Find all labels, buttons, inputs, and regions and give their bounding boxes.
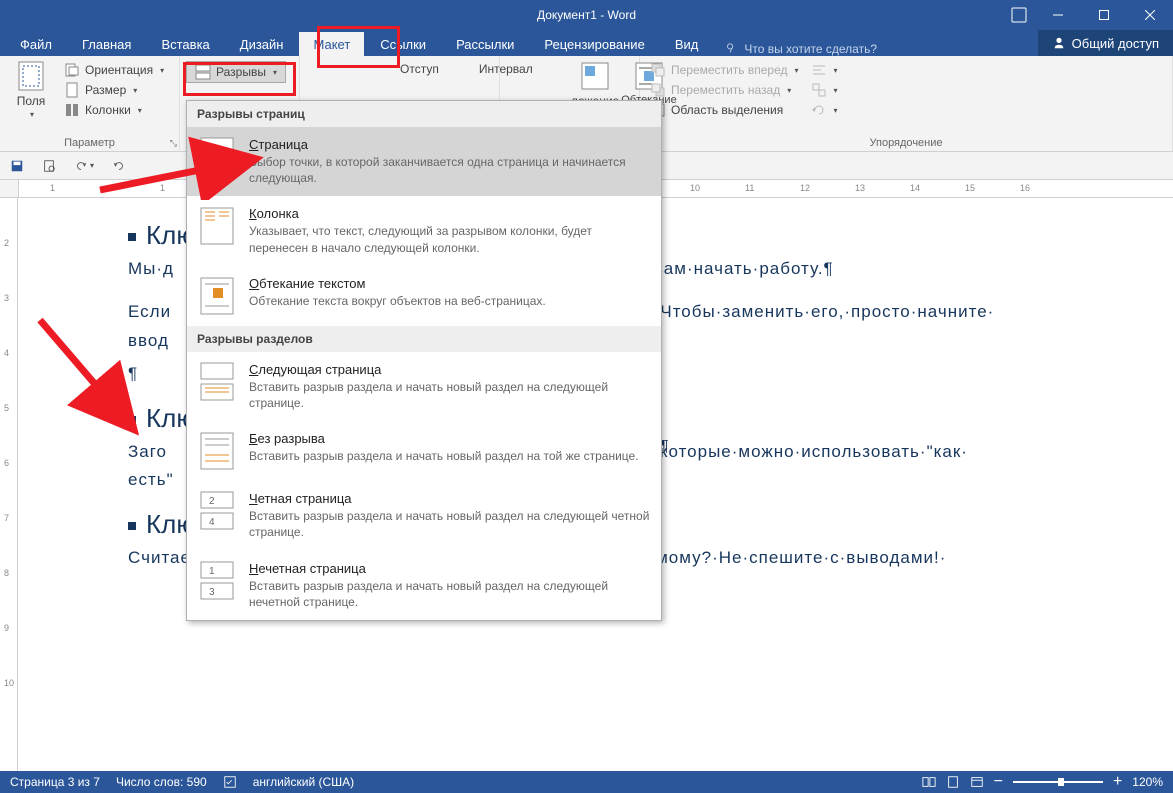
status-word-count[interactable]: Число слов: 590 (116, 775, 207, 789)
dropdown-section-section-breaks: Разрывы разделов (187, 326, 661, 352)
group-page-setup-label: Параметр (6, 137, 173, 151)
zoom-level[interactable]: 120% (1132, 775, 1163, 789)
break-page-item[interactable]: ССтраницатраницаВыбор точки, в которой з… (187, 127, 661, 196)
tab-mailings[interactable]: Рассылки (442, 32, 528, 56)
page-setup-launcher[interactable]: ⤡ (170, 138, 177, 149)
zoom-in-button[interactable]: + (1113, 773, 1122, 791)
tab-design[interactable]: Дизайн (226, 32, 298, 56)
group-button[interactable]: ▾ (807, 81, 842, 99)
ribbon-tabs: Файл Главная Вставка Дизайн Макет Ссылки… (0, 30, 1173, 56)
svg-text:1: 1 (209, 566, 215, 577)
account-icon[interactable] (1003, 0, 1035, 30)
tell-me-search[interactable]: Что вы хотите сделать? (714, 42, 887, 56)
break-oddpage-item[interactable]: 13 Нечетная страницаВставить разрыв разд… (187, 551, 661, 620)
send-backward-button[interactable]: Переместить назад▾ (646, 81, 803, 99)
redo-button[interactable] (108, 157, 130, 175)
svg-text:3: 3 (209, 587, 215, 598)
save-button[interactable] (6, 157, 28, 175)
svg-text:4: 4 (209, 517, 215, 528)
print-preview-button[interactable] (38, 157, 60, 175)
break-nextpage-item[interactable]: Следующая страницаВставить разрыв раздел… (187, 352, 661, 421)
undo-button[interactable]: ▾ (70, 157, 98, 175)
status-page[interactable]: Страница 3 из 7 (10, 775, 100, 789)
break-continuous-item[interactable]: Без разрываВставить разрыв раздела и нач… (187, 421, 661, 481)
rotate-button[interactable]: ▾ (807, 101, 842, 119)
vertical-ruler[interactable]: 2 3 4 5 6 7 8 9 10 (0, 198, 18, 771)
zoom-slider[interactable] (1013, 781, 1103, 783)
margins-button[interactable]: Поля▾ (6, 58, 56, 121)
bring-forward-button[interactable]: Переместить вперед▾ (646, 61, 803, 79)
breaks-button[interactable]: Разрывы▾ (186, 61, 286, 83)
spell-check-icon[interactable] (223, 775, 237, 789)
orientation-button[interactable]: Ориентация▾ (60, 61, 168, 79)
print-layout-icon[interactable] (946, 775, 960, 789)
tab-file[interactable]: Файл (6, 32, 66, 56)
selection-pane-button[interactable]: Область выделения (646, 101, 803, 119)
status-bar: Страница 3 из 7 Число слов: 590 английск… (0, 771, 1173, 793)
tab-home[interactable]: Главная (68, 32, 145, 56)
break-column-item[interactable]: КолонкаУказывает, что текст, следующий з… (187, 196, 661, 265)
window-title: Документ1 - Word (537, 8, 636, 22)
close-button[interactable] (1127, 0, 1173, 30)
dropdown-section-page-breaks: Разрывы страниц (187, 101, 661, 127)
svg-text:2: 2 (209, 496, 215, 507)
break-textwrap-item[interactable]: Обтекание текстомОбтекание текста вокруг… (187, 266, 661, 326)
share-button[interactable]: Общий доступ (1038, 30, 1173, 56)
tab-insert[interactable]: Вставка (147, 32, 223, 56)
zoom-out-button[interactable]: − (994, 773, 1003, 791)
title-bar: Документ1 - Word (0, 0, 1173, 30)
read-mode-icon[interactable] (922, 775, 936, 789)
size-button[interactable]: Размер▾ (60, 81, 168, 99)
tab-review[interactable]: Рецензирование (530, 32, 658, 56)
minimize-button[interactable] (1035, 0, 1081, 30)
web-layout-icon[interactable] (970, 775, 984, 789)
align-button[interactable]: ▾ (807, 61, 842, 79)
group-arrange-label: Упорядочение (646, 137, 1166, 151)
tab-view[interactable]: Вид (661, 32, 713, 56)
columns-button[interactable]: Колонки▾ (60, 101, 168, 119)
indent-label: Отступ (400, 62, 439, 76)
break-evenpage-item[interactable]: 24 Четная страницаВставить разрыв раздел… (187, 481, 661, 550)
status-language[interactable]: английский (США) (253, 775, 354, 789)
tab-references[interactable]: Ссылки (366, 32, 440, 56)
maximize-button[interactable] (1081, 0, 1127, 30)
tab-layout[interactable]: Макет (299, 32, 364, 56)
breaks-dropdown: Разрывы страниц ССтраницатраницаВыбор то… (186, 100, 662, 621)
